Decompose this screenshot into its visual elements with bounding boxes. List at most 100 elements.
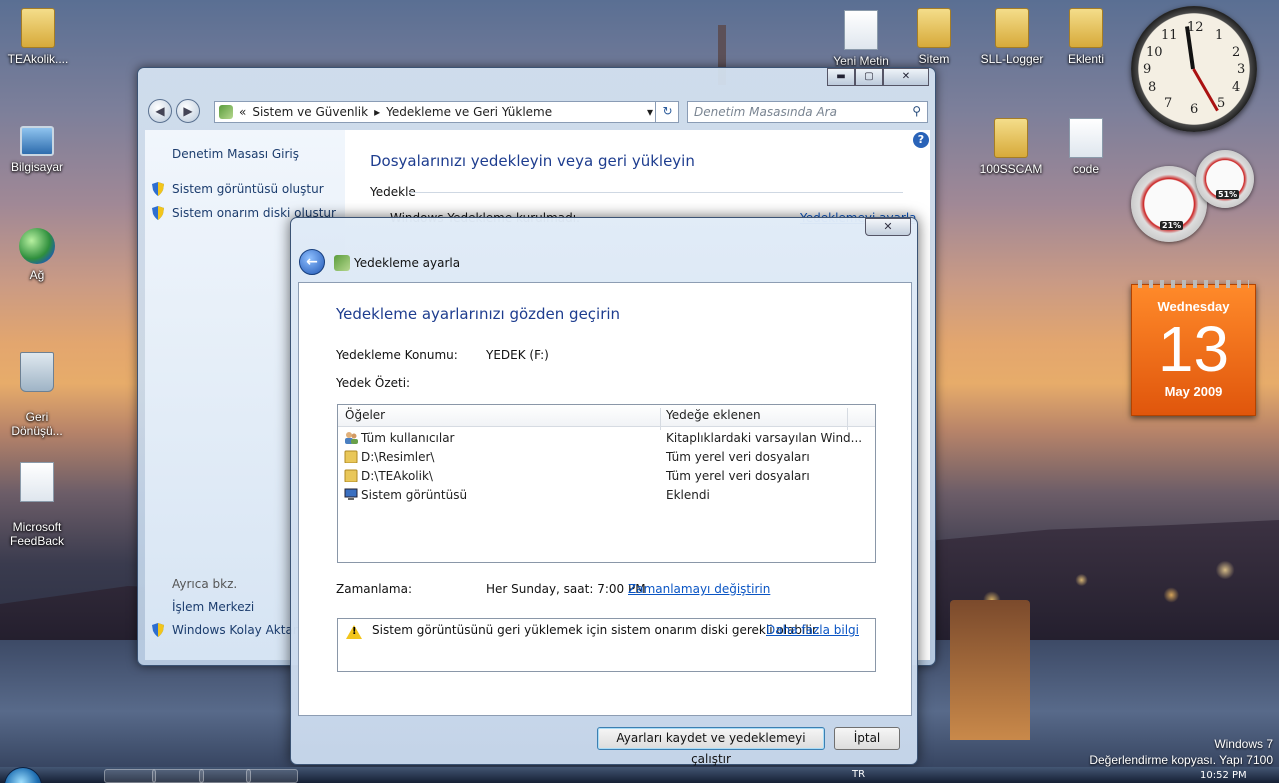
- shortcut-document-icon: [20, 462, 54, 502]
- warning-box: Sistem görüntüsünü geri yüklemek için si…: [337, 618, 876, 672]
- table-row[interactable]: Sistem görüntüsü Eklendi: [338, 486, 875, 505]
- forward-button[interactable]: ▶: [176, 99, 200, 123]
- desktop-icon-sll-logger[interactable]: SLL-Logger: [977, 8, 1047, 66]
- users-icon: [345, 432, 358, 444]
- breadcrumb-backup-restore[interactable]: Yedekleme ve Geri Yükleme: [386, 105, 552, 119]
- search-input[interactable]: Denetim Masasında Ara ⚲: [687, 101, 928, 123]
- calendar-weekday: Wednesday: [1157, 299, 1230, 314]
- more-info-link[interactable]: Daha fazla bilgi: [766, 623, 859, 637]
- caption-buttons: ▬ ▢ ✕: [827, 68, 929, 86]
- folder-icon: [344, 450, 358, 463]
- breadcrumb-system-security[interactable]: Sistem ve Güvenlik: [252, 105, 368, 119]
- backup-summary-label: Yedek Özeti:: [336, 376, 411, 390]
- desktop-icon-feedback[interactable]: Microsoft FeedBack: [2, 448, 72, 548]
- calendar-gadget[interactable]: Wednesday 13 May 2009: [1131, 280, 1256, 416]
- desktop-icon-yeni-metin[interactable]: Yeni Metin: [826, 10, 896, 68]
- desktop-icon-computer[interactable]: Bilgisayar: [2, 120, 72, 174]
- change-schedule-link[interactable]: Zamanlamayı değiştirin: [628, 582, 770, 596]
- clock-number: 1: [1215, 28, 1224, 43]
- cpu-percent: 21%: [1160, 221, 1184, 230]
- dialog-title: Yedekleme ayarla: [354, 256, 461, 270]
- schedule-label: Zamanlama:: [336, 582, 412, 596]
- table-row[interactable]: D:\TEAkolik\ Tüm yerel veri dosyaları: [338, 467, 875, 486]
- warning-text: Sistem görüntüsünü geri yüklemek için si…: [372, 623, 820, 637]
- column-included[interactable]: Yedeğe eklenen: [666, 408, 761, 422]
- close-button[interactable]: ✕: [883, 68, 929, 86]
- row-included: Eklendi: [666, 488, 710, 502]
- clock-number: 3: [1237, 62, 1246, 77]
- table-row[interactable]: D:\Resimler\ Tüm yerel veri dosyaları: [338, 448, 875, 467]
- clock-number: 6: [1190, 102, 1199, 117]
- folder-icon: [917, 8, 951, 48]
- taskbar: TR 10:52 PM: [0, 767, 1279, 783]
- clock-gadget[interactable]: 12 1 2 3 4 5 6 7 8 9 10 11: [1131, 6, 1257, 132]
- minimize-button[interactable]: ▬: [827, 68, 855, 86]
- help-icon[interactable]: ?: [913, 132, 929, 148]
- cancel-button[interactable]: İptal: [834, 727, 900, 750]
- search-icon[interactable]: ⚲: [912, 104, 921, 118]
- calendar-day: 13: [1157, 313, 1230, 385]
- folder-icon: [994, 118, 1028, 158]
- dialog-back-button[interactable]: ←: [299, 249, 325, 275]
- row-item: D:\Resimler\: [361, 450, 435, 464]
- desktop-icon-network[interactable]: Ağ: [2, 228, 72, 282]
- dialog-close-button[interactable]: ✕: [865, 218, 911, 236]
- refresh-button[interactable]: ↻: [655, 101, 679, 123]
- table-header: Öğeler Yedeğe eklenen: [338, 405, 875, 430]
- row-included: Kitaplıklardaki varsayılan Wind...: [666, 431, 863, 445]
- clock-number: 7: [1164, 96, 1173, 111]
- address-dropdown-icon[interactable]: ▾: [647, 105, 653, 119]
- folder-icon: [1069, 8, 1103, 48]
- desktop-icon-teakolik[interactable]: TEAkolik....: [3, 8, 73, 66]
- table-row[interactable]: Tüm kullanıcılar Kitaplıklardaki varsayı…: [338, 429, 875, 448]
- desktop-icon-eklenti[interactable]: Eklenti: [1051, 8, 1121, 66]
- save-and-run-button[interactable]: Ayarları kaydet ve yedeklemeyi çalıştır: [597, 727, 825, 766]
- memory-percent: 51%: [1216, 190, 1240, 199]
- taskbar-button[interactable]: [152, 769, 204, 783]
- desktop-icon-100sscam[interactable]: 100SSCAM: [976, 118, 1046, 176]
- watermark-os: Windows 7: [1214, 737, 1273, 751]
- page-title: Dosyalarınızı yedekleyin veya geri yükle…: [370, 152, 695, 170]
- row-item: D:\TEAkolik\: [361, 469, 433, 483]
- backup-location-value: YEDEK (F:): [486, 348, 549, 362]
- see-also-heading: Ayrıca bkz.: [172, 577, 238, 591]
- clock-number: 11: [1161, 28, 1178, 43]
- recycle-bin-icon: [20, 352, 54, 392]
- desktop-icon-recycle-bin[interactable]: Geri Dönüşü...: [2, 338, 72, 438]
- wallpaper-maiden-tower: [950, 600, 1030, 740]
- clock-number: 9: [1143, 62, 1152, 77]
- dialog-body: Yedekleme ayarlarınızı gözden geçirin Ye…: [298, 282, 912, 716]
- row-included: Tüm yerel veri dosyaları: [666, 469, 810, 483]
- maximize-button[interactable]: ▢: [855, 68, 883, 86]
- desktop-icon-code[interactable]: code: [1051, 118, 1121, 176]
- taskbar-button[interactable]: [246, 769, 298, 783]
- clock-number: 2: [1232, 45, 1241, 60]
- desktop-icon-sitem[interactable]: Sitem: [899, 8, 969, 66]
- row-item: Tüm kullanıcılar: [361, 431, 455, 445]
- calendar-rings: [1138, 280, 1249, 288]
- taskbar-clock[interactable]: 10:52 PM: [1200, 770, 1247, 781]
- link-create-system-image[interactable]: Sistem görüntüsü oluştur: [172, 182, 324, 196]
- link-action-center[interactable]: İşlem Merkezi: [172, 600, 254, 614]
- folder-icon: [344, 469, 358, 482]
- section-divider: [409, 192, 903, 193]
- address-bar[interactable]: « Sistem ve Güvenlik ▸ Yedekleme ve Geri…: [214, 101, 679, 123]
- clock-number: 10: [1146, 45, 1163, 60]
- schedule-value: Her Sunday, saat: 7:00 PM: [486, 582, 646, 596]
- warning-icon: [346, 625, 362, 639]
- backup-summary-table[interactable]: Öğeler Yedeğe eklenen Tüm kullanıcılar K…: [337, 404, 876, 563]
- memory-gauge[interactable]: 51%: [1196, 150, 1254, 208]
- clock-number: 8: [1148, 80, 1157, 95]
- taskbar-button[interactable]: [199, 769, 251, 783]
- address-prefix[interactable]: «: [239, 105, 246, 119]
- link-control-panel-home[interactable]: Denetim Masası Giriş: [172, 147, 299, 161]
- language-indicator[interactable]: TR: [852, 769, 865, 780]
- taskbar-button[interactable]: [104, 769, 156, 783]
- column-items[interactable]: Öğeler: [345, 408, 385, 422]
- back-button[interactable]: ◀: [148, 99, 172, 123]
- uac-shield-icon: [152, 182, 164, 196]
- system-image-icon: [344, 488, 358, 500]
- backup-setup-dialog[interactable]: ✕ ← Yedekleme ayarla Yedekleme ayarların…: [290, 217, 918, 766]
- backup-location-label: Yedekleme Konumu:: [336, 348, 458, 362]
- clock-number: 4: [1232, 80, 1241, 95]
